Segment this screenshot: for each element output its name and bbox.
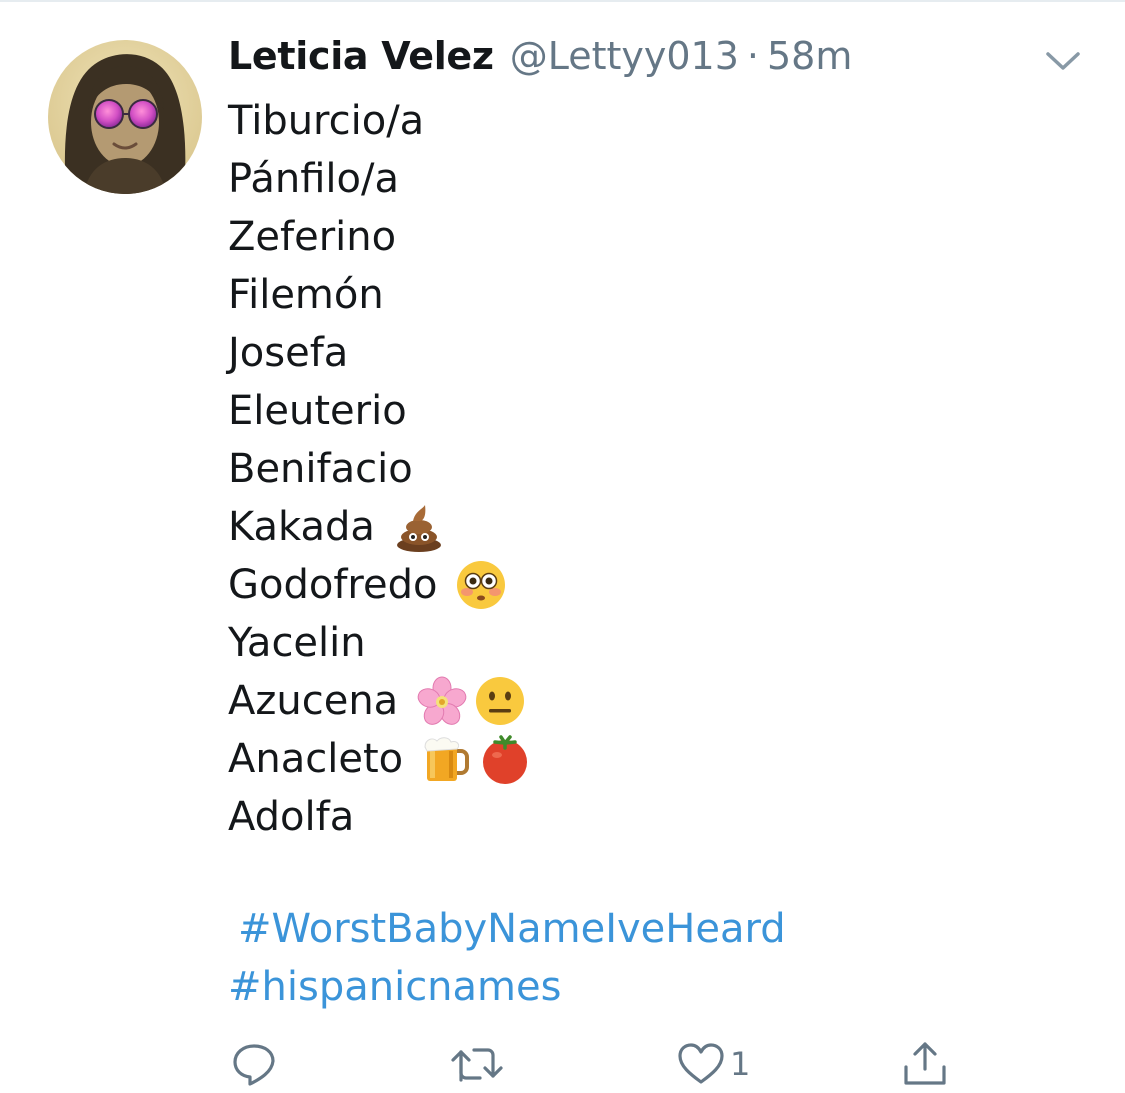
name-text: Azucena (228, 678, 399, 724)
text-line: Azucena (228, 672, 531, 730)
text-line: Benifacio (228, 440, 531, 498)
avatar[interactable] (48, 40, 202, 194)
text-line: Yacelin (228, 614, 531, 672)
name-text: Tiburcio/a (228, 98, 425, 144)
share-icon (904, 1042, 946, 1085)
text-line: Zeferino (228, 208, 531, 266)
reply-button[interactable] (230, 1036, 278, 1092)
name-text: Kakada (228, 504, 375, 550)
neutral-face-emoji (474, 675, 526, 727)
text-line: Eleuterio (228, 382, 531, 440)
name-text: Anacleto (228, 736, 404, 782)
text-line: Pánfilo/a (228, 150, 531, 208)
tweet-text: Tiburcio/a Pánfilo/a Zeferino Filemón Jo… (228, 92, 531, 846)
display-name[interactable]: Leticia Velez (228, 34, 494, 78)
text-line: Godofredo (228, 556, 531, 614)
text-line: Tiburcio/a (228, 92, 531, 150)
chevron-down-icon[interactable] (1042, 44, 1084, 78)
name-text: Yacelin (228, 620, 366, 666)
hashtags: #WorstBabyNameIveHeard #hispanicnames (228, 900, 786, 1016)
text-line: Kakada (228, 498, 531, 556)
pile-of-poo-emoji (393, 501, 445, 553)
like-button[interactable]: 1 (676, 1036, 750, 1092)
name-text: Adolfa (228, 794, 355, 840)
handle[interactable]: @Lettyy013 (510, 34, 739, 78)
name-text: Filemón (228, 272, 384, 318)
text-line: Josefa (228, 324, 531, 382)
beer-mug-emoji (421, 733, 473, 785)
name-text: Pánfilo/a (228, 156, 399, 202)
tweet[interactable]: Leticia Velez @Lettyy013 · 58m Tiburcio/… (0, 0, 1125, 1093)
action-bar: 1 (0, 1036, 1125, 1092)
like-count: 1 (730, 1045, 751, 1083)
text-line: Filemón (228, 266, 531, 324)
name-text: Benifacio (228, 446, 413, 492)
separator-dot: · (746, 34, 759, 78)
heart-icon (678, 1043, 724, 1084)
name-text: Godofredo (228, 562, 438, 608)
text-line: Adolfa (228, 788, 531, 846)
reply-icon (233, 1044, 275, 1086)
share-button[interactable] (900, 1036, 950, 1092)
cherry-blossom-emoji (416, 675, 468, 727)
flushed-face-emoji (455, 559, 507, 611)
retweet-button[interactable] (448, 1036, 506, 1092)
name-text: Zeferino (228, 214, 397, 260)
timestamp[interactable]: 58m (767, 34, 852, 78)
text-line: Anacleto (228, 730, 531, 788)
hashtag-link[interactable]: #hispanicnames (228, 964, 561, 1010)
tomato-emoji (479, 733, 531, 785)
divider (0, 0, 1125, 2)
name-text: Eleuterio (228, 388, 407, 434)
name-text: Josefa (228, 330, 349, 376)
hashtag-link[interactable]: #WorstBabyNameIveHeard (228, 906, 786, 952)
avatar-image (48, 40, 202, 194)
tweet-header: Leticia Velez @Lettyy013 · 58m (228, 34, 852, 88)
retweet-icon (451, 1048, 503, 1082)
